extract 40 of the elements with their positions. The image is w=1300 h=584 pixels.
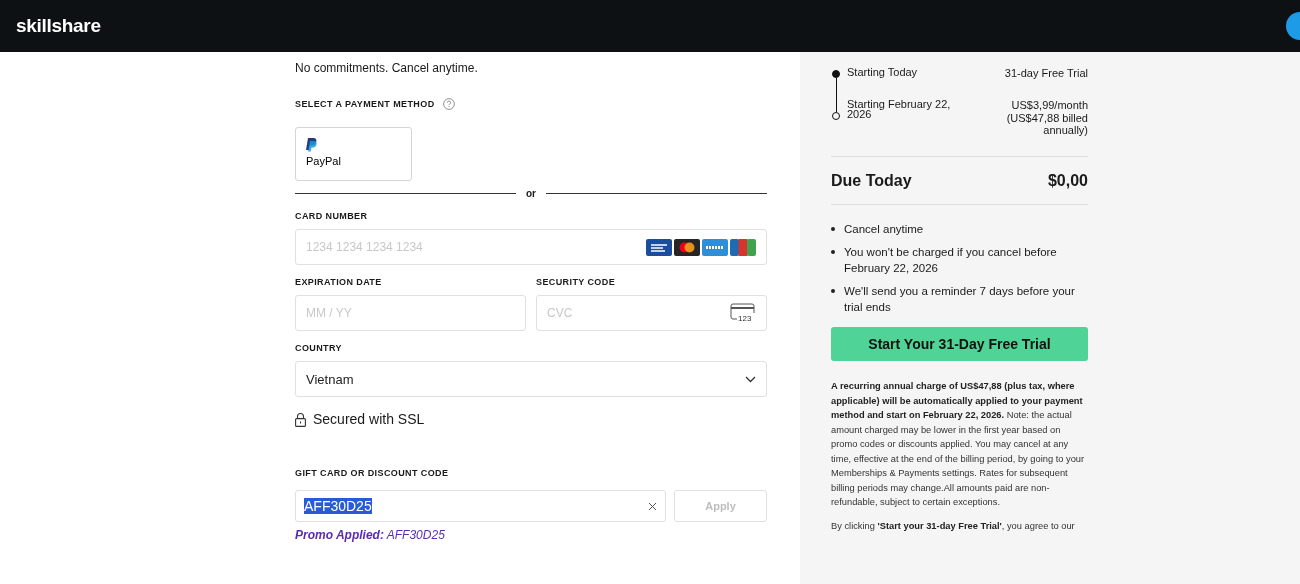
billing-note: (US$47,88 billed annually)	[1005, 112, 1088, 136]
field-label: GIFT CARD OR DISCOUNT CODE	[295, 468, 450, 478]
due-label: Due Today	[831, 172, 912, 190]
logo[interactable]: skillshare	[16, 15, 101, 37]
terms-paragraph: A recurring annual charge of US$47,88 (plus tax, where applicable) will be automatically applied to your payment method and start on February 22, 2026. Note: the actual amount charged may be lower in the first year based on promo codes or discounts applied. You may cancel at any time, effective at the end of the billing period, by going to your Memberships & Payments settings. Rates for subsequent billing periods may change.All amounts paid are non-refundable, subject to certain exceptions.	[831, 380, 1086, 509]
two-circles-card-icon	[674, 238, 700, 256]
avatar-icon[interactable]	[1286, 12, 1300, 40]
bullet-icon	[831, 250, 835, 254]
close-icon[interactable]	[648, 501, 657, 511]
benefit-item: You won't be charged if you cancel before February 22, 2026	[844, 245, 1058, 276]
field-label: SECURITY CODE	[536, 277, 617, 287]
chevron-down-icon	[745, 375, 756, 383]
benefit-item: Cancel anytime	[844, 222, 924, 237]
start-trial-button[interactable]: Start Your 31-Day Free Trial	[831, 327, 1088, 361]
timeline-value: US$3,99/month	[1010, 99, 1088, 112]
discount-code-field[interactable]: AFF30D25	[295, 490, 666, 522]
field-label: COUNTRY	[295, 343, 343, 353]
ssl-note: Secured with SSL	[313, 411, 425, 427]
consent-text: By clicking 'Start your 31-day Free Trial', you agree to our	[831, 519, 1076, 533]
paypal-option[interactable]: PayPal	[295, 127, 412, 181]
timeline-label: Starting Today	[847, 67, 919, 80]
paypal-icon	[306, 138, 318, 152]
section-label: SELECT A PAYMENT METHOD	[295, 99, 435, 109]
benefit-item: We'll send you a reminder 7 days before your trial ends	[844, 284, 1076, 315]
country-select[interactable]: Vietnam	[295, 361, 767, 397]
timeline-value: 31-day Free Trial	[1004, 67, 1088, 80]
field-label: EXPIRATION DATE	[295, 277, 383, 287]
timeline-label: Starting February 22, 2026	[847, 99, 952, 122]
bullet-icon	[831, 289, 835, 293]
field-label: CARD NUMBER	[295, 211, 369, 221]
lock-icon	[295, 411, 306, 427]
promo-status: Promo Applied: AFF30D25	[295, 528, 446, 542]
card-back-icon: 123	[730, 303, 756, 323]
bullet-icon	[831, 227, 835, 231]
card-logo-icon	[702, 238, 728, 256]
due-amount: $0,00	[1047, 172, 1088, 190]
or-divider-text: or	[526, 188, 536, 199]
card-logo-icon	[730, 238, 756, 256]
card-logo-icon	[646, 238, 672, 256]
intro-text: No commitments. Cancel anytime.	[295, 61, 479, 75]
